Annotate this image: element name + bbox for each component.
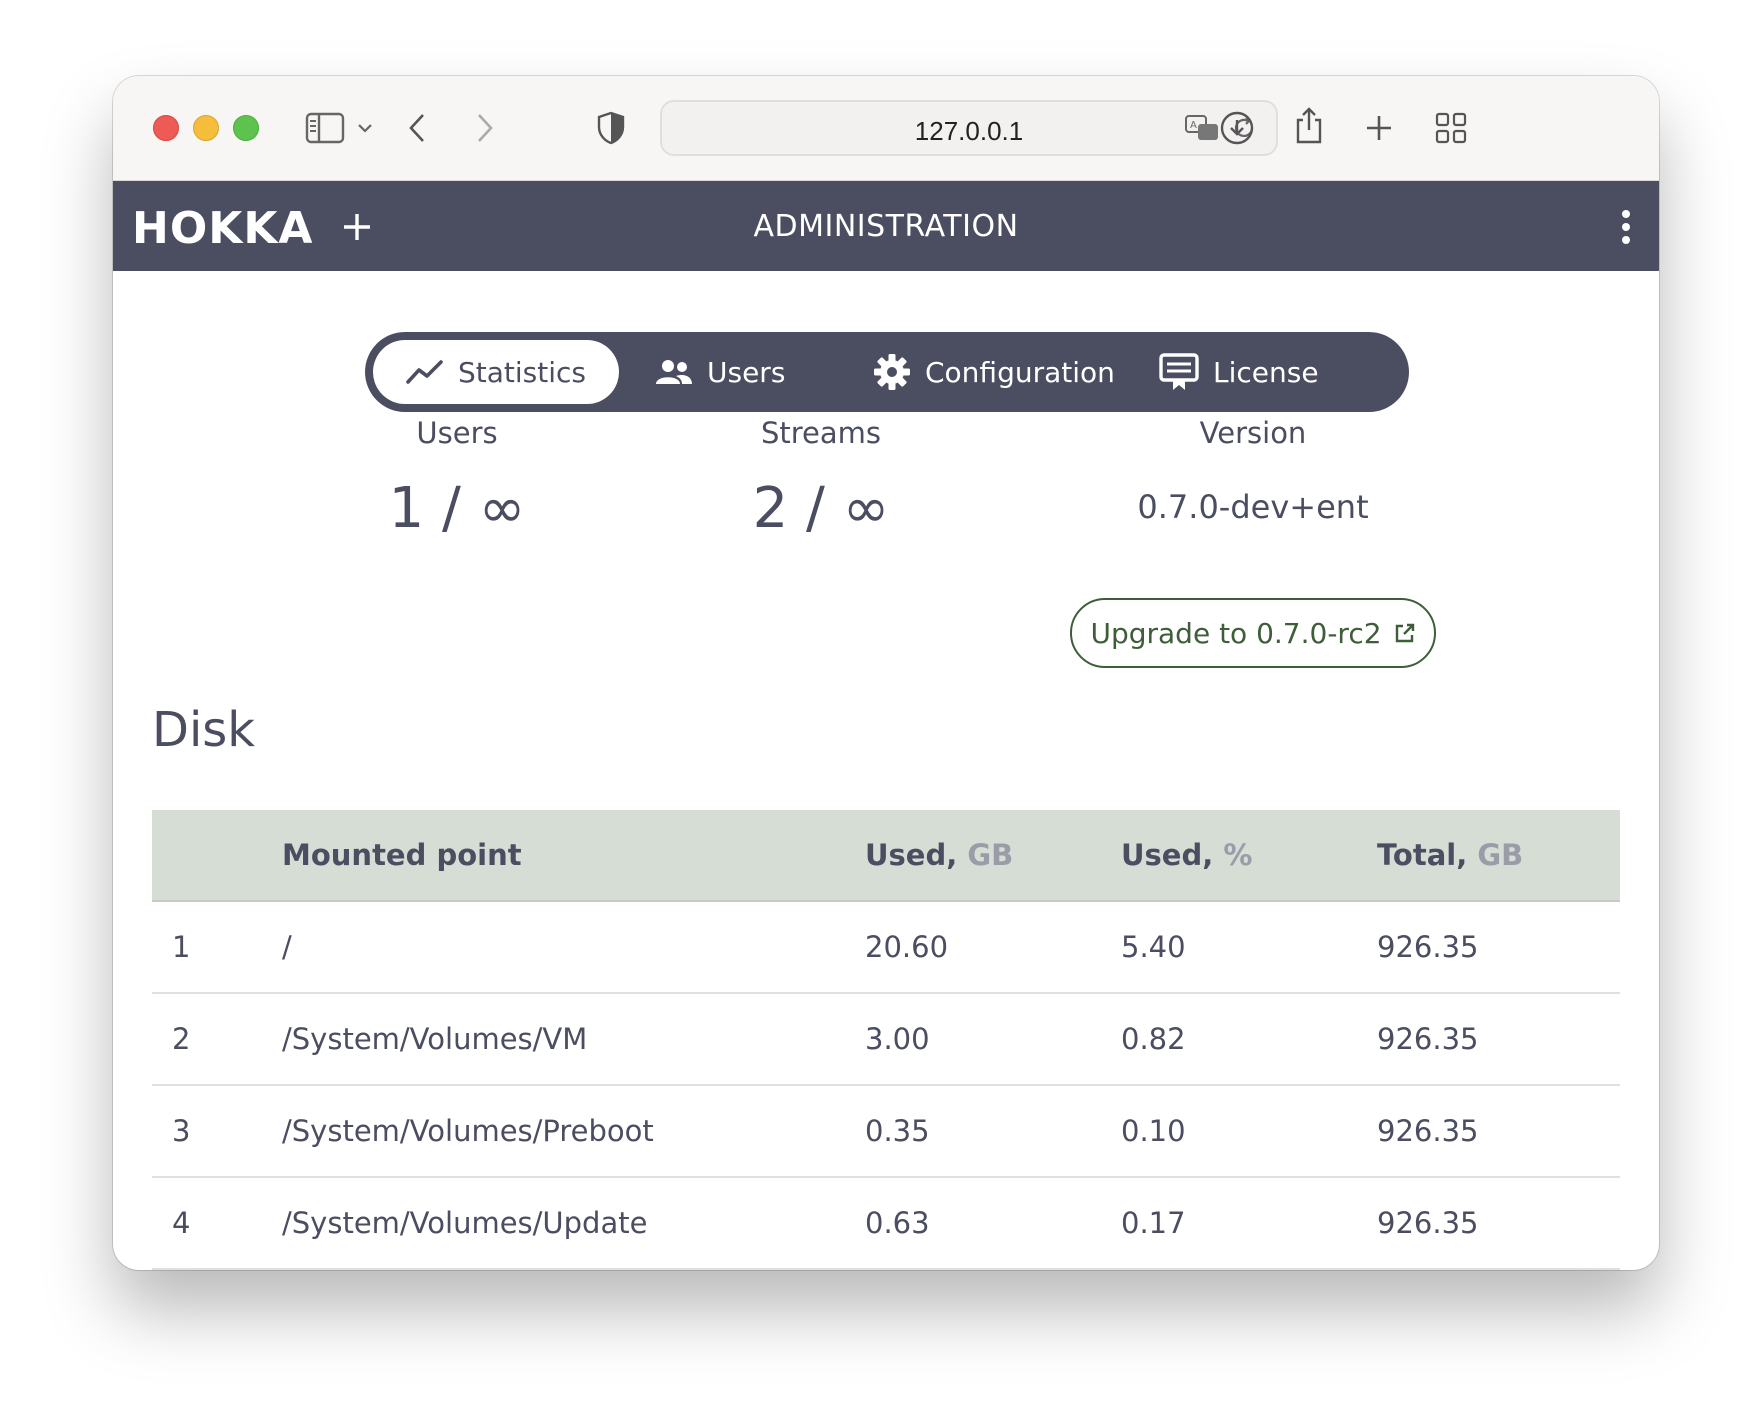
row-used: 0.35 xyxy=(865,1114,930,1148)
row-mount: /System/Volumes/Preboot xyxy=(282,1114,654,1148)
disk-heading: Disk xyxy=(152,702,256,758)
stat-users-value: 1 / ∞ xyxy=(388,476,526,541)
col-used-gb[interactable]: Used, GB xyxy=(865,838,1013,872)
col-used-gb-label: Used, xyxy=(865,838,958,872)
col-used-percent-unit: % xyxy=(1223,838,1253,872)
stat-streams-label: Streams xyxy=(760,416,882,450)
stat-users: Users 1 / ∞ xyxy=(277,416,637,541)
disk-table-header: Mounted point Used, GB Used, % Total, GB xyxy=(152,810,1620,902)
row-total: 926.35 xyxy=(1377,1022,1479,1056)
stat-streams-value: 2 / ∞ xyxy=(752,476,890,541)
col-mounted-point[interactable]: Mounted point xyxy=(282,838,522,872)
tab-license[interactable]: License xyxy=(1159,340,1319,404)
row-mount: / xyxy=(282,930,292,964)
row-used-percent: 5.40 xyxy=(1121,930,1186,964)
row-index: 2 xyxy=(172,1022,191,1056)
tab-overview-icon[interactable] xyxy=(1431,108,1471,148)
row-used: 20.60 xyxy=(865,930,949,964)
row-mount: /System/Volumes/VM xyxy=(282,1022,588,1056)
table-row: 4 /System/Volumes/Update 0.63 0.17 926.3… xyxy=(152,1178,1620,1270)
stat-version-value: 0.7.0-dev+ent xyxy=(1137,488,1369,526)
more-menu-icon[interactable] xyxy=(1611,205,1641,249)
forward-icon[interactable] xyxy=(465,108,505,148)
row-total: 926.35 xyxy=(1377,930,1479,964)
address-bar[interactable]: 127.0.0.1 A xyxy=(660,100,1278,156)
row-used-percent: 0.17 xyxy=(1121,1206,1186,1240)
stat-version-label: Version xyxy=(1199,416,1307,450)
translate-icon[interactable]: A xyxy=(1182,110,1222,146)
stat-users-label: Users xyxy=(416,416,498,450)
col-total-gb-unit: GB xyxy=(1477,838,1524,872)
app-header: HOKKA ADMINISTRATION xyxy=(113,181,1659,271)
stat-version: Version 0.7.0-dev+ent xyxy=(1073,416,1433,536)
tab-configuration-label: Configuration xyxy=(925,355,1115,389)
new-tab-icon[interactable] xyxy=(1359,108,1399,148)
col-used-gb-unit: GB xyxy=(967,838,1014,872)
svg-text:A: A xyxy=(1190,120,1197,131)
license-icon xyxy=(1159,353,1199,390)
minimize-window-button[interactable] xyxy=(193,115,219,141)
upgrade-button[interactable]: Upgrade to 0.7.0-rc2 xyxy=(1070,598,1436,668)
browser-toolbar: 127.0.0.1 A xyxy=(113,76,1659,181)
close-window-button[interactable] xyxy=(153,115,179,141)
tab-users[interactable]: Users xyxy=(655,340,785,404)
shield-icon[interactable] xyxy=(591,108,631,148)
download-icon[interactable] xyxy=(1217,108,1257,148)
share-icon[interactable] xyxy=(1289,102,1329,148)
chevron-down-icon[interactable] xyxy=(353,116,377,140)
zoom-window-button[interactable] xyxy=(233,115,259,141)
table-row: 1 / 20.60 5.40 926.35 xyxy=(152,902,1620,994)
stat-streams: Streams 2 / ∞ xyxy=(641,416,1001,541)
users-icon xyxy=(656,360,692,384)
row-total: 926.35 xyxy=(1377,1206,1479,1240)
col-used-percent-label: Used, xyxy=(1121,838,1214,872)
row-used-percent: 0.82 xyxy=(1121,1022,1186,1056)
external-link-icon xyxy=(1395,623,1414,643)
sidebar-toggle-icon[interactable] xyxy=(305,108,345,148)
col-total-gb[interactable]: Total, GB xyxy=(1377,838,1523,872)
desktop: 127.0.0.1 A HOKKA ADMINISTRATION Statist… xyxy=(0,0,1762,1414)
tab-license-label: License xyxy=(1213,355,1319,389)
row-total: 926.35 xyxy=(1377,1114,1479,1148)
upgrade-button-label: Upgrade to 0.7.0-rc2 xyxy=(1090,616,1382,650)
col-used-percent[interactable]: Used, % xyxy=(1121,838,1252,872)
row-mount: /System/Volumes/Update xyxy=(282,1206,648,1240)
table-row: 3 /System/Volumes/Preboot 0.35 0.10 926.… xyxy=(152,1086,1620,1178)
browser-window: 127.0.0.1 A HOKKA ADMINISTRATION Statist… xyxy=(113,76,1659,1270)
back-icon[interactable] xyxy=(397,108,437,148)
col-total-gb-label: Total, xyxy=(1377,838,1468,872)
row-index: 1 xyxy=(172,930,191,964)
tab-statistics[interactable]: Statistics xyxy=(373,340,619,404)
row-index: 4 xyxy=(172,1206,191,1240)
disk-table: Mounted point Used, GB Used, % Total, GB… xyxy=(152,810,1620,1270)
page-title: ADMINISTRATION xyxy=(753,209,1019,244)
gear-icon xyxy=(874,354,910,390)
tab-users-label: Users xyxy=(707,355,786,389)
row-index: 3 xyxy=(172,1114,191,1148)
table-row: 2 /System/Volumes/VM 3.00 0.82 926.35 xyxy=(152,994,1620,1086)
row-used: 0.63 xyxy=(865,1206,930,1240)
row-used-percent: 0.10 xyxy=(1121,1114,1186,1148)
admin-tabs: Statistics Users Configuration License xyxy=(365,332,1409,412)
row-used: 3.00 xyxy=(865,1022,930,1056)
chart-line-icon xyxy=(406,360,443,384)
tab-configuration[interactable]: Configuration xyxy=(873,340,1115,404)
tab-statistics-label: Statistics xyxy=(458,355,586,389)
